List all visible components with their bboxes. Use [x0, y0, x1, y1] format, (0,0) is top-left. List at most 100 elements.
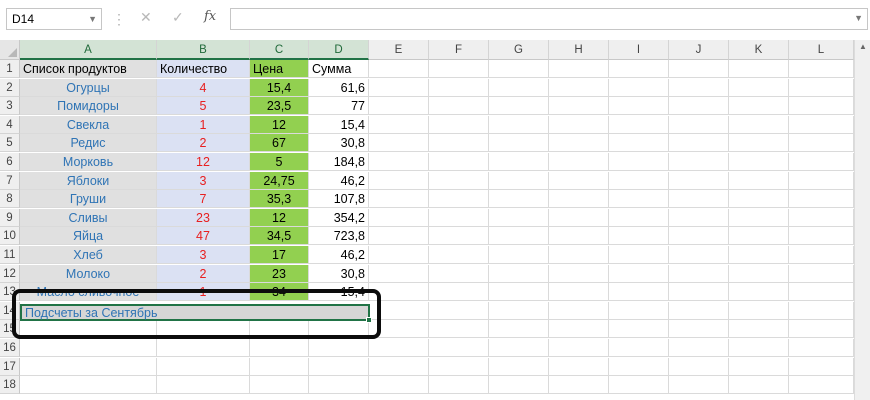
column-header-i[interactable]: I [609, 40, 669, 60]
cell-b4[interactable]: 1 [157, 115, 250, 134]
cell-l10[interactable] [789, 227, 854, 246]
cell-b13[interactable]: 1 [157, 283, 250, 302]
cell-g16[interactable] [489, 339, 549, 357]
cell-k6[interactable] [729, 153, 789, 171]
cell-d18[interactable] [309, 376, 369, 395]
cell-h9[interactable] [549, 208, 609, 227]
cell-h14[interactable] [549, 301, 609, 320]
cell-c8[interactable]: 35,3 [250, 190, 309, 209]
cell-e3[interactable] [369, 97, 429, 116]
row-header-5[interactable]: 5 [0, 134, 20, 153]
row-header-11[interactable]: 11 [0, 246, 20, 264]
column-header-e[interactable]: E [369, 40, 429, 60]
cell-b12[interactable]: 2 [157, 264, 250, 283]
cell-l1[interactable] [789, 60, 854, 78]
cell-h12[interactable] [549, 264, 609, 283]
cell-g4[interactable] [489, 115, 549, 134]
cell-f10[interactable] [429, 227, 489, 246]
column-header-f[interactable]: F [429, 40, 489, 60]
cell-e5[interactable] [369, 134, 429, 153]
cell-j3[interactable] [669, 97, 729, 116]
row-header-14[interactable]: 14 [0, 301, 20, 320]
cell-b7[interactable]: 3 [157, 171, 250, 190]
cell-j9[interactable] [669, 208, 729, 227]
cell-d11[interactable]: 46,2 [309, 246, 369, 264]
cell-c12[interactable]: 23 [250, 264, 309, 283]
column-header-l[interactable]: L [789, 40, 854, 60]
cell-e9[interactable] [369, 208, 429, 227]
cell-a3[interactable]: Помидоры [20, 97, 157, 116]
cell-h11[interactable] [549, 246, 609, 264]
row-header-13[interactable]: 13 [0, 283, 20, 302]
cell-g2[interactable] [489, 78, 549, 97]
cell-e7[interactable] [369, 171, 429, 190]
cell-c1[interactable]: Цена [250, 60, 309, 78]
cell-d16[interactable] [309, 339, 369, 357]
expand-formula-bar-icon[interactable]: ▼ [854, 13, 863, 23]
cell-g15[interactable] [489, 320, 549, 339]
row-header-2[interactable]: 2 [0, 78, 20, 97]
cell-h8[interactable] [549, 190, 609, 209]
cell-a7[interactable]: Яблоки [20, 171, 157, 190]
select-all-button[interactable] [0, 40, 20, 60]
cell-e16[interactable] [369, 339, 429, 357]
cell-b1[interactable]: Количество [157, 60, 250, 78]
cell-j7[interactable] [669, 171, 729, 190]
cell-i15[interactable] [609, 320, 669, 339]
cell-f1[interactable] [429, 60, 489, 78]
cell-k1[interactable] [729, 60, 789, 78]
cell-i16[interactable] [609, 339, 669, 357]
cell-g6[interactable] [489, 153, 549, 171]
cell-i1[interactable] [609, 60, 669, 78]
column-header-b[interactable]: B [157, 40, 250, 60]
cell-c9[interactable]: 12 [250, 208, 309, 227]
cell-e18[interactable] [369, 376, 429, 395]
cell-j15[interactable] [669, 320, 729, 339]
row-header-15[interactable]: 15 [0, 320, 20, 339]
cell-i6[interactable] [609, 153, 669, 171]
cell-c4[interactable]: 12 [250, 115, 309, 134]
cell-g17[interactable] [489, 357, 549, 376]
cell-c17[interactable] [250, 357, 309, 376]
cell-c6[interactable]: 5 [250, 153, 309, 171]
cell-l3[interactable] [789, 97, 854, 116]
cell-f7[interactable] [429, 171, 489, 190]
cell-a18[interactable] [20, 376, 157, 395]
cell-g5[interactable] [489, 134, 549, 153]
cell-j2[interactable] [669, 78, 729, 97]
cell-i18[interactable] [609, 376, 669, 395]
cell-e1[interactable] [369, 60, 429, 78]
cell-i14[interactable] [609, 301, 669, 320]
cell-h4[interactable] [549, 115, 609, 134]
cell-k18[interactable] [729, 376, 789, 395]
cell-k3[interactable] [729, 97, 789, 116]
cell-b9[interactable]: 23 [157, 208, 250, 227]
cell-a13[interactable]: Масло сливочное [20, 283, 157, 302]
name-box-dropdown-icon[interactable]: ▼ [88, 9, 97, 29]
cell-i9[interactable] [609, 208, 669, 227]
cell-b11[interactable]: 3 [157, 246, 250, 264]
cell-h7[interactable] [549, 171, 609, 190]
cell-i2[interactable] [609, 78, 669, 97]
cell-b5[interactable]: 2 [157, 134, 250, 153]
cell-c7[interactable]: 24,75 [250, 171, 309, 190]
cell-k10[interactable] [729, 227, 789, 246]
cell-d5[interactable]: 30,8 [309, 134, 369, 153]
cell-a16[interactable] [20, 339, 157, 357]
cell-l4[interactable] [789, 115, 854, 134]
cell-h17[interactable] [549, 357, 609, 376]
cell-j16[interactable] [669, 339, 729, 357]
name-box[interactable]: D14 ▼ [6, 8, 102, 30]
cell-e15[interactable] [369, 320, 429, 339]
cell-k14[interactable] [729, 301, 789, 320]
cell-i17[interactable] [609, 357, 669, 376]
row-header-10[interactable]: 10 [0, 227, 20, 246]
cell-b16[interactable] [157, 339, 250, 357]
row-header-7[interactable]: 7 [0, 171, 20, 190]
cell-i5[interactable] [609, 134, 669, 153]
cell-d1[interactable]: Сумма [309, 60, 369, 78]
cell-a4[interactable]: Свекла [20, 115, 157, 134]
cell-b15[interactable] [157, 320, 250, 339]
cell-k5[interactable] [729, 134, 789, 153]
cell-d15[interactable] [309, 320, 369, 339]
